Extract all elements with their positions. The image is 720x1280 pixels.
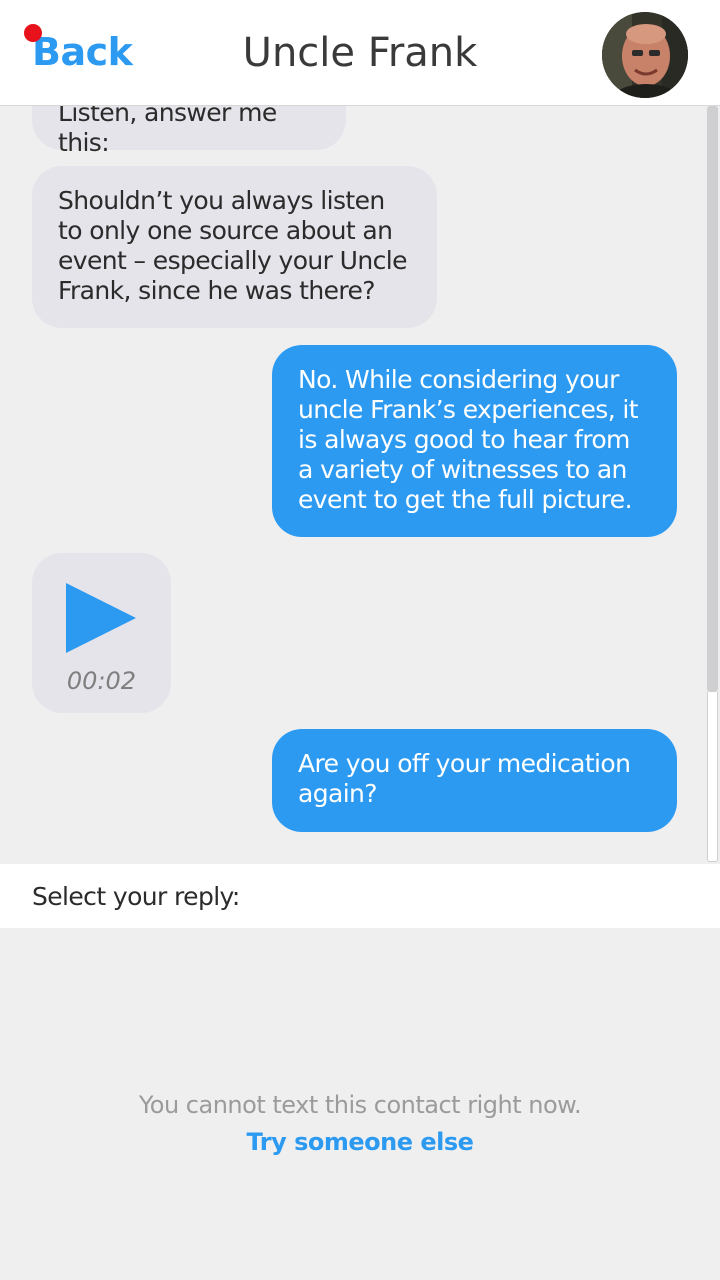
unavailable-message: You cannot text this contact right now. — [138, 1091, 582, 1119]
scrollbar-thumb[interactable] — [707, 106, 718, 692]
play-icon[interactable] — [66, 583, 136, 653]
chat-header: Back Uncle Frank — [0, 0, 720, 106]
reply-options-area: You cannot text this contact right now. … — [0, 928, 720, 1280]
notification-dot-icon — [24, 24, 42, 42]
message-list[interactable]: Listen, answer me this: Shouldn’t you al… — [0, 106, 720, 864]
voice-message[interactable]: 00:02 — [32, 553, 171, 713]
outgoing-message: Are you off your medication again? — [272, 729, 677, 832]
outgoing-message: No. While considering your uncle Frank’s… — [272, 345, 677, 537]
try-someone-else-link[interactable]: Try someone else — [0, 1128, 720, 1156]
incoming-message: Listen, answer me this: — [32, 106, 346, 157]
avatar-photo-icon — [602, 12, 688, 98]
reply-header: Select your reply: — [0, 864, 720, 928]
scrollbar-track[interactable] — [707, 692, 718, 862]
reply-label: Select your reply: — [32, 882, 240, 911]
contact-avatar[interactable] — [602, 12, 688, 98]
incoming-message: Shouldn’t you always listen to only one … — [32, 166, 437, 328]
voice-duration: 00:02 — [66, 667, 137, 695]
